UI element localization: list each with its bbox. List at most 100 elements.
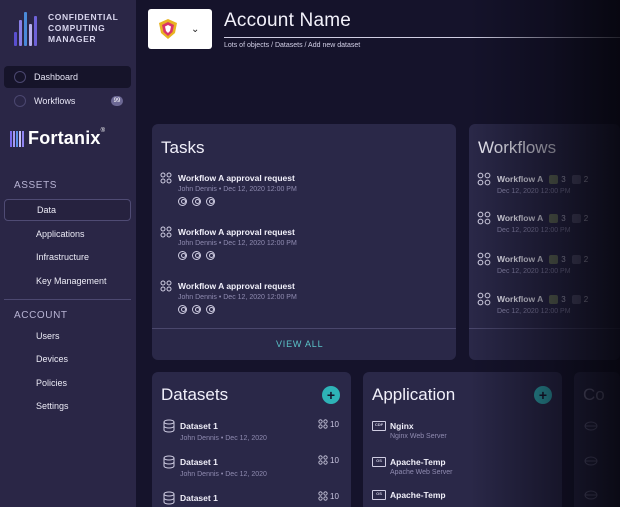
app-name-line: MANAGER — [48, 34, 97, 44]
application-title: Application — [372, 385, 456, 404]
tasks-view-all-link[interactable]: VIEW ALL — [276, 339, 323, 349]
task-item[interactable]: Workflow A approval request John Dennis … — [160, 280, 440, 314]
workflow-meta: Dec 12, 2020 12:00 PM — [497, 268, 571, 275]
nav-infrastructure[interactable]: Infrastructure — [4, 246, 131, 268]
workflow-item[interactable]: Workflow A 3 2 Dec 12, 2020 12:00 PM — [477, 252, 588, 275]
fortanix-mark-icon — [10, 130, 26, 147]
workflows-count-badge: 99 — [111, 96, 123, 106]
tasks-footer-divider — [152, 328, 456, 329]
application-name: Apache-Temp — [390, 457, 446, 467]
workflow-title: Workflow A — [497, 294, 544, 304]
nav-workflows-label: Workflows — [34, 96, 76, 106]
workflow-nodes-icon — [160, 226, 172, 238]
add-dataset-button[interactable]: + — [322, 386, 340, 404]
logo-bar — [34, 16, 37, 46]
app-icon — [549, 213, 559, 223]
nav-infrastructure-label: Infrastructure — [36, 252, 90, 262]
workflow-meta: Dec 12, 2020 12:00 PM — [497, 227, 571, 234]
account-switcher[interactable]: ⌄ — [148, 9, 212, 49]
workflows-card — [469, 124, 620, 360]
application-tag: CDF — [374, 422, 384, 427]
task-item[interactable]: Workflow A approval request John Dennis … — [160, 226, 440, 260]
application-description: Nginx Web Server — [390, 433, 447, 440]
logo-bar — [19, 20, 22, 46]
dashboard-icon — [14, 71, 26, 83]
title-underline — [224, 37, 620, 38]
app-name-line: CONFIDENTIAL — [48, 12, 119, 22]
nav-applications[interactable]: Applications — [4, 223, 131, 245]
task-meta: John Dennis • Dec 12, 2020 12:00 PM — [178, 294, 297, 301]
app-brand[interactable]: CONFIDENTIAL COMPUTING MANAGER — [14, 12, 118, 46]
nav-data-label: Data — [37, 205, 57, 215]
nav-users[interactable]: Users — [4, 325, 131, 347]
breadcrumb: Lots of objects / Datasets / Add new dat… — [224, 42, 361, 49]
dataset-workflow-count: 10 — [318, 419, 339, 429]
assignees — [178, 197, 440, 206]
person-icon — [178, 197, 187, 206]
dataset-count: 2 — [583, 254, 589, 264]
application-item[interactable]: OS Apache-Temp Apache Web Server — [372, 457, 453, 476]
app-count: 3 — [561, 174, 566, 184]
fortanix-mark-stripe — [10, 130, 12, 147]
sidebar-divider — [4, 299, 131, 300]
workflows-icon — [14, 95, 26, 107]
dataset-item[interactable]: Dataset 1 John Dennis • Dec 12, 2020 10 — [163, 455, 339, 478]
workflows-footer-divider — [469, 328, 620, 329]
workflow-nodes-icon — [477, 252, 491, 266]
task-meta: John Dennis • Dec 12, 2020 12:00 PM — [178, 186, 297, 193]
workflows-title: Workflows — [478, 138, 557, 157]
assignees — [178, 305, 440, 314]
nav-workflows[interactable]: Workflows 99 — [4, 90, 131, 112]
fortanix-mark-stripe — [19, 130, 21, 147]
dataset-item[interactable]: Dataset 1 John Dennis • Dec 12, 2020 10 — [163, 419, 339, 442]
fortanix-mark-stripe — [16, 130, 18, 147]
nav-dashboard[interactable]: Dashboard — [4, 66, 131, 88]
workflow-title: Workflow A — [497, 174, 544, 184]
nav-settings[interactable]: Settings — [4, 395, 131, 417]
account-shield-icon — [159, 19, 177, 39]
person-icon — [206, 305, 215, 314]
task-title: Workflow A approval request — [178, 227, 295, 237]
application-item[interactable]: CDF Nginx Nginx Web Server — [372, 421, 447, 440]
logo-bar — [14, 32, 17, 46]
dataset-meta: John Dennis • Dec 12, 2020 — [180, 471, 267, 478]
workflow-nodes-icon — [160, 280, 172, 292]
nav-key-management[interactable]: Key Management — [4, 270, 131, 292]
task-title: Workflow A approval request — [178, 173, 295, 183]
dataset-workflow-count: 10 — [318, 455, 339, 465]
add-application-button[interactable]: + — [534, 386, 552, 404]
application-tag: OS — [376, 458, 382, 463]
nav-devices[interactable]: Devices — [4, 348, 131, 370]
nav-key-management-label: Key Management — [36, 276, 107, 286]
nav-users-label: Users — [36, 331, 60, 341]
application-icon: CDF — [372, 421, 386, 431]
app-count: 3 — [561, 213, 566, 223]
database-icon — [163, 491, 175, 505]
person-icon — [178, 305, 187, 314]
dataset-item[interactable]: Dataset 1 10 — [163, 491, 339, 505]
logo-bar — [29, 24, 32, 46]
app-icon — [549, 174, 559, 184]
database-icon — [571, 294, 581, 304]
datasets-title: Datasets — [161, 385, 229, 404]
nav-policies[interactable]: Policies — [4, 372, 131, 394]
dataset-meta: John Dennis • Dec 12, 2020 — [180, 435, 267, 442]
application-item[interactable]: OS Apache-Temp — [372, 490, 446, 500]
person-icon — [178, 251, 187, 260]
app-icon — [549, 294, 559, 304]
application-description: Apache Web Server — [390, 469, 453, 476]
workflow-meta: Dec 12, 2020 12:00 PM — [497, 308, 571, 315]
workflow-item[interactable]: Workflow A 3 2 Dec 12, 2020 12:00 PM — [477, 172, 588, 195]
nav-data[interactable]: Data — [4, 199, 131, 221]
task-meta: John Dennis • Dec 12, 2020 12:00 PM — [178, 240, 297, 247]
app-name-line: COMPUTING — [48, 23, 106, 33]
task-item[interactable]: Workflow A approval request John Dennis … — [160, 172, 440, 206]
person-icon — [192, 251, 201, 260]
application-name: Nginx — [390, 421, 414, 431]
trademark-symbol: ® — [100, 128, 106, 134]
workflow-item[interactable]: Workflow A 3 2 Dec 12, 2020 12:00 PM — [477, 211, 588, 234]
app-logo-icon — [14, 12, 40, 46]
workflow-item[interactable]: Workflow A 3 2 Dec 12, 2020 12:00 PM — [477, 292, 588, 315]
fortanix-banner: Fortanix® — [0, 118, 136, 162]
workflow-nodes-icon — [477, 211, 491, 225]
